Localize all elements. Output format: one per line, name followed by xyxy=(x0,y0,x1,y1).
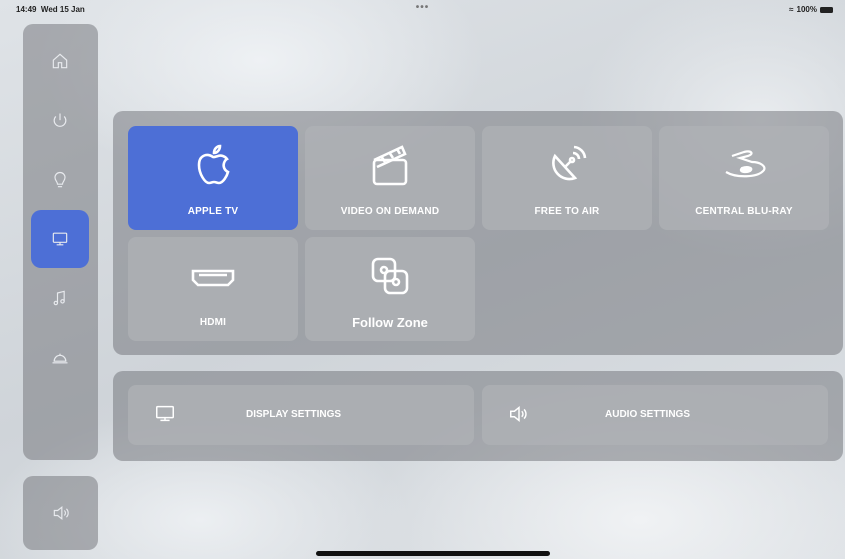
audio-settings-label: AUDIO SETTINGS xyxy=(605,409,691,420)
home-icon xyxy=(52,53,68,69)
display-settings-button[interactable]: DISPLAY SETTINGS xyxy=(128,385,474,445)
apple-icon xyxy=(197,144,230,185)
sidebar-item-music[interactable] xyxy=(31,269,89,327)
service-bell-icon xyxy=(52,353,68,364)
source-apple-tv[interactable]: APPLE TV xyxy=(128,126,298,230)
satellite-dish-icon xyxy=(552,145,587,181)
source-label: CENTRAL BLU-RAY xyxy=(695,206,793,217)
bluray-icon xyxy=(725,150,766,178)
monitor-icon xyxy=(156,405,174,422)
status-bar: 14:49 Wed 15 Jan ••• ≈ 100% xyxy=(0,0,845,18)
battery-icon xyxy=(820,6,833,13)
source-hdmi[interactable]: HDMI xyxy=(128,237,298,341)
battery-status: ≈ 100% xyxy=(789,5,833,14)
sidebar-item-lighting[interactable] xyxy=(31,151,89,209)
power-icon xyxy=(53,113,67,127)
sources-panel: APPLE TV VIDEO ON DEMAND FREE TO AIR CEN… xyxy=(113,111,843,355)
source-label: FREE TO AIR xyxy=(534,206,600,217)
source-central-blu-ray[interactable]: CENTRAL BLU-RAY xyxy=(659,126,829,230)
clapperboard-icon xyxy=(372,145,408,186)
speaker-icon xyxy=(510,406,527,422)
home-indicator[interactable] xyxy=(316,551,550,556)
lightbulb-icon xyxy=(54,171,66,188)
music-note-icon xyxy=(53,290,65,306)
source-video-on-demand[interactable]: VIDEO ON DEMAND xyxy=(305,126,475,230)
display-settings-label: DISPLAY SETTINGS xyxy=(246,409,342,420)
volume-button[interactable] xyxy=(23,476,98,550)
follow-zone-icon xyxy=(371,257,409,295)
sidebar-item-services[interactable] xyxy=(31,328,89,386)
battery-percent: 100% xyxy=(796,5,817,14)
source-label: Follow Zone xyxy=(352,315,428,330)
audio-settings-button[interactable]: AUDIO SETTINGS xyxy=(482,385,828,445)
source-label: HDMI xyxy=(199,317,227,328)
speaker-icon xyxy=(53,505,69,521)
source-label: APPLE TV xyxy=(187,206,239,217)
wifi-icon: ≈ xyxy=(789,5,794,14)
hdmi-icon xyxy=(191,269,235,287)
source-follow-zone[interactable]: Follow Zone xyxy=(305,237,475,341)
monitor-icon xyxy=(52,232,68,246)
sidebar xyxy=(23,24,98,460)
settings-panel: DISPLAY SETTINGS AUDIO SETTINGS xyxy=(113,371,843,461)
sidebar-item-power[interactable] xyxy=(31,92,89,150)
status-time: 14:49 Wed 15 Jan xyxy=(16,5,85,14)
sidebar-item-video[interactable] xyxy=(31,210,89,268)
source-free-to-air[interactable]: FREE TO AIR xyxy=(482,126,652,230)
sidebar-item-home[interactable] xyxy=(31,32,89,90)
multitask-dots[interactable]: ••• xyxy=(416,2,430,13)
source-label: VIDEO ON DEMAND xyxy=(340,206,440,217)
